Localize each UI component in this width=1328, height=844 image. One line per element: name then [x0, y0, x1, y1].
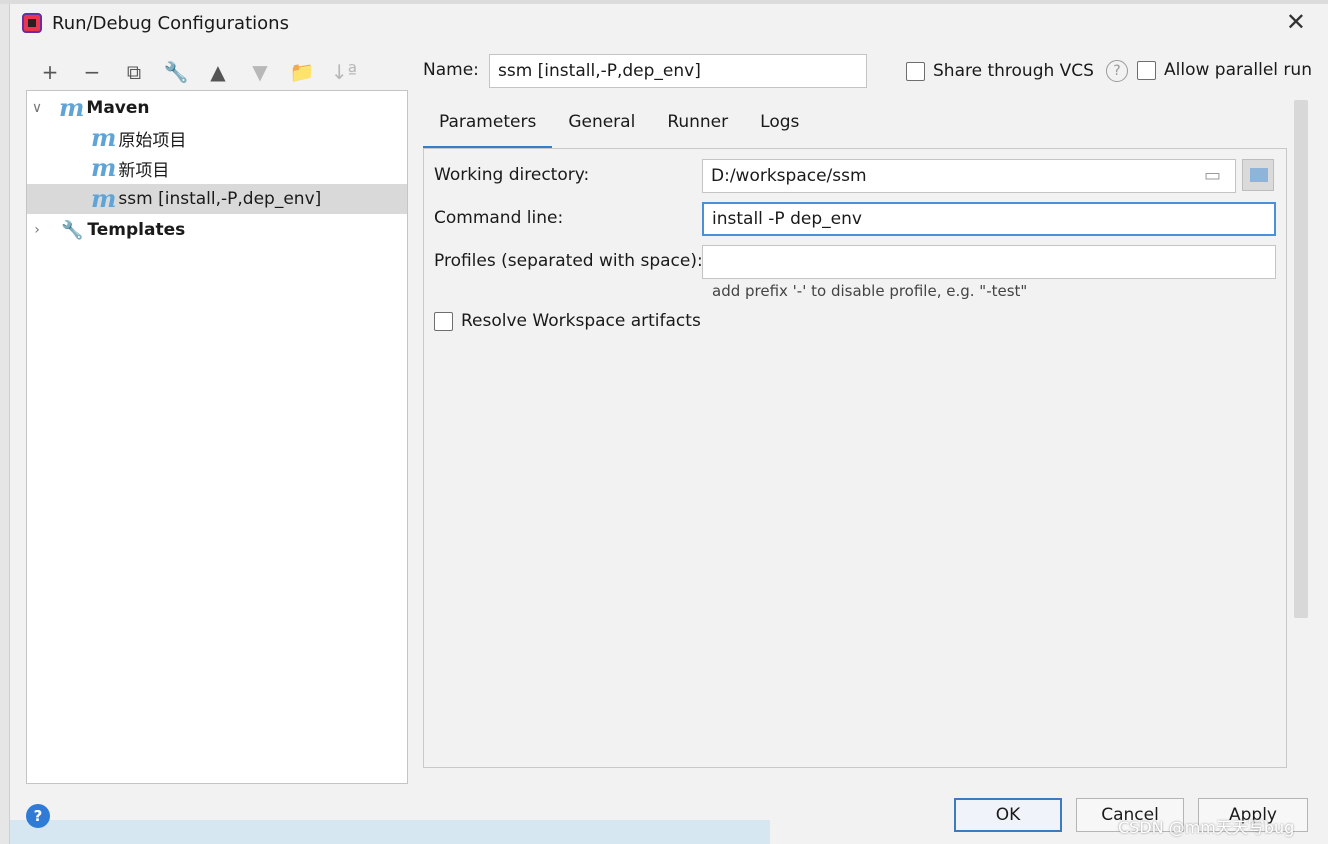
- profiles-hint: add prefix '-' to disable profile, e.g. …: [712, 282, 1028, 300]
- tab-parameters[interactable]: Parameters: [423, 104, 553, 150]
- move-down-icon[interactable]: ▼: [244, 56, 276, 88]
- chevron-right-icon[interactable]: ›: [27, 222, 47, 238]
- close-icon[interactable]: ✕: [1286, 8, 1306, 36]
- share-vcs-option[interactable]: Share through VCS ?: [906, 60, 1128, 82]
- tree-item-label: ssm [install,-P,dep_env]: [118, 189, 322, 209]
- new-folder-icon[interactable]: 📁: [286, 56, 318, 88]
- parameters-panel: Working directory: ▭ Command line: Profi…: [423, 148, 1287, 768]
- tab-logs[interactable]: Logs: [744, 104, 815, 150]
- config-tabs: Parameters General Runner Logs: [423, 104, 815, 150]
- resolve-workspace-checkbox[interactable]: [434, 311, 453, 331]
- profiles-label: Profiles (separated with space):: [434, 251, 703, 271]
- move-up-icon[interactable]: ▲: [202, 56, 234, 88]
- tree-item-original-project[interactable]: m 原始项目: [27, 123, 407, 153]
- add-icon[interactable]: +: [34, 56, 66, 88]
- name-label: Name:: [423, 60, 479, 80]
- csdn-watermark: CSDN @mm天天写bug: [1118, 818, 1295, 837]
- dialog-title: Run/Debug Configurations: [52, 13, 289, 34]
- config-toolbar: + − ⧉ 🔧 ▲ ▼ 📁 ↓ª: [34, 56, 360, 88]
- name-field[interactable]: [489, 54, 867, 88]
- run-debug-dialog: Run/Debug Configurations ✕ + − ⧉ 🔧 ▲ ▼ 📁…: [10, 4, 1328, 844]
- wrench-icon: 🔧: [61, 219, 84, 241]
- maven-icon: m: [91, 153, 117, 182]
- sort-icon[interactable]: ↓ª: [328, 56, 360, 88]
- help-icon[interactable]: ?: [26, 804, 50, 828]
- tab-general[interactable]: General: [552, 104, 651, 150]
- copy-icon[interactable]: ⧉: [118, 56, 150, 88]
- working-dir-label: Working directory:: [434, 165, 590, 185]
- browse-folder-icon: [1250, 168, 1268, 182]
- tree-item-label: Maven: [86, 98, 150, 118]
- tree-item-label: 原始项目: [118, 130, 187, 151]
- command-line-field[interactable]: [702, 202, 1276, 236]
- maven-icon: m: [91, 123, 117, 152]
- folder-icon[interactable]: ▭: [1204, 165, 1221, 186]
- vertical-scrollbar[interactable]: [1294, 100, 1308, 618]
- tab-runner[interactable]: Runner: [651, 104, 744, 150]
- tree-item-maven[interactable]: ∨ m Maven: [27, 93, 407, 123]
- intellij-app-icon: [22, 13, 42, 33]
- remove-icon[interactable]: −: [76, 56, 108, 88]
- resolve-workspace-label: Resolve Workspace artifacts: [461, 311, 701, 331]
- chevron-down-icon[interactable]: ∨: [27, 100, 47, 116]
- help-icon[interactable]: ?: [1105, 60, 1128, 82]
- maven-icon: m: [59, 93, 85, 122]
- maven-icon: m: [91, 184, 117, 213]
- profiles-field[interactable]: [702, 245, 1276, 279]
- working-dir-field[interactable]: [702, 159, 1236, 193]
- resolve-workspace-option[interactable]: Resolve Workspace artifacts: [434, 311, 701, 331]
- parallel-run-label: Allow parallel run: [1164, 60, 1312, 80]
- config-tree: ∨ m Maven m 原始项目 m 新项目 m ssm [install,-P…: [26, 90, 408, 784]
- share-vcs-checkbox[interactable]: [906, 61, 925, 81]
- parallel-run-checkbox[interactable]: [1137, 60, 1156, 80]
- tree-item-templates[interactable]: › 🔧 Templates: [27, 215, 407, 245]
- browse-button[interactable]: [1242, 159, 1274, 191]
- decorative-wave: [10, 820, 770, 844]
- wrench-icon[interactable]: 🔧: [160, 56, 192, 88]
- command-line-label: Command line:: [434, 208, 564, 228]
- background-ide-strip: [0, 0, 10, 844]
- tree-item-label: 新项目: [118, 160, 170, 181]
- tree-item-label: Templates: [87, 220, 186, 240]
- tree-item-new-project[interactable]: m 新项目: [27, 153, 407, 183]
- title-bar: Run/Debug Configurations ✕: [10, 4, 1328, 42]
- parallel-run-option[interactable]: Allow parallel run: [1137, 60, 1312, 80]
- ok-button[interactable]: OK: [954, 798, 1062, 832]
- share-vcs-label: Share through VCS: [933, 61, 1094, 81]
- tree-item-ssm[interactable]: m ssm [install,-P,dep_env]: [27, 184, 407, 214]
